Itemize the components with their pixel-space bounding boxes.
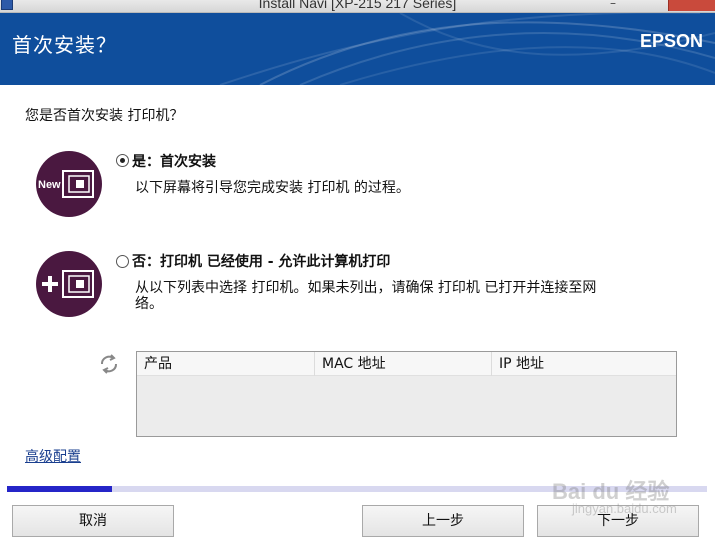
column-header-product[interactable]: 产品: [137, 352, 315, 376]
minimize-button[interactable]: –: [600, 0, 626, 11]
option-first-install-description: 以下屏幕将引导您完成安装 打印机 的过程。: [135, 180, 410, 196]
close-button[interactable]: [668, 0, 715, 11]
add-printer-icon: [36, 251, 102, 317]
column-header-ip[interactable]: IP 地址: [492, 352, 676, 376]
option-first-install-label[interactable]: 是：首次安装: [132, 151, 216, 171]
table-header: 产品 MAC 地址 IP 地址: [137, 352, 676, 376]
footer-bar: 取消 上一步 下一步: [0, 494, 715, 550]
back-button[interactable]: 上一步: [362, 505, 524, 537]
new-printer-icon: New: [36, 151, 102, 217]
epson-logo: EPSON: [639, 31, 703, 51]
cancel-button[interactable]: 取消: [12, 505, 174, 537]
new-badge-text: New: [38, 179, 61, 191]
refresh-icon[interactable]: [98, 353, 120, 375]
option-already-used-label[interactable]: 否：打印机 已经使用 - 允许此计算机打印: [132, 251, 390, 271]
radio-already-used[interactable]: [116, 255, 129, 268]
question-text: 您是否首次安装 打印机？: [25, 108, 184, 124]
window-titlebar: Install Navi [XP-215 217 Series] –: [0, 0, 715, 13]
radio-first-install[interactable]: [116, 154, 129, 167]
printer-list-table[interactable]: 产品 MAC 地址 IP 地址: [136, 351, 677, 437]
option-already-used-description-line1: 从以下列表中选择 打印机。如果未列出，请确保 打印机 已打开并连接至网: [135, 280, 597, 296]
page-title: 首次安装？: [12, 33, 117, 57]
header-banner: 首次安装？ EPSON: [0, 13, 715, 85]
progress-fill: [7, 486, 112, 492]
main-panel: 您是否首次安装 打印机？ New 是：首次安装 以下屏幕将引导您完成安装 打印机…: [7, 92, 707, 474]
advanced-config-link[interactable]: 高级配置: [25, 446, 81, 466]
next-button[interactable]: 下一步: [537, 505, 699, 537]
install-progress-bar: [7, 486, 707, 492]
option-already-used-description-line2: 络。: [135, 296, 163, 312]
column-header-mac[interactable]: MAC 地址: [315, 352, 492, 376]
